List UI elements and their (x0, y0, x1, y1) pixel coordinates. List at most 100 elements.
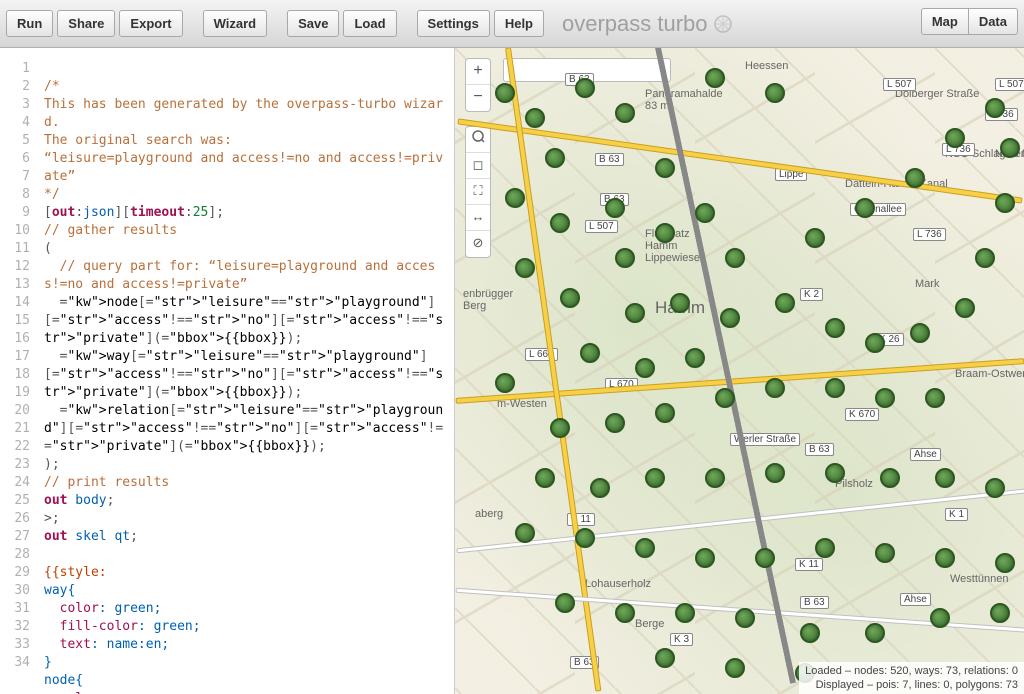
result-marker[interactable] (995, 193, 1015, 213)
settings-button[interactable]: Settings (417, 10, 490, 37)
result-marker[interactable] (725, 248, 745, 268)
result-marker[interactable] (590, 478, 610, 498)
result-marker[interactable] (945, 128, 965, 148)
result-marker[interactable] (935, 548, 955, 568)
locate-button[interactable] (466, 127, 490, 153)
status-bar: Loaded – nodes: 520, ways: 73, relations… (799, 662, 1024, 694)
result-marker[interactable] (805, 228, 825, 248)
result-marker[interactable] (655, 403, 675, 423)
result-marker[interactable] (670, 293, 690, 313)
result-marker[interactable] (875, 388, 895, 408)
result-marker[interactable] (825, 318, 845, 338)
fullscreen-button[interactable]: ⛶ (466, 179, 490, 205)
result-marker[interactable] (865, 333, 885, 353)
result-marker[interactable] (655, 648, 675, 668)
result-marker[interactable] (535, 468, 555, 488)
result-marker[interactable] (1000, 138, 1020, 158)
result-marker[interactable] (990, 603, 1010, 623)
result-marker[interactable] (905, 168, 925, 188)
result-marker[interactable] (715, 388, 735, 408)
result-marker[interactable] (765, 83, 785, 103)
run-button[interactable]: Run (6, 10, 53, 37)
map-view[interactable]: + − ◻ ⛶ ↔ ⊘ HammHeessenPanoramahalde 83 … (455, 48, 1024, 694)
result-marker[interactable] (975, 248, 995, 268)
result-marker[interactable] (615, 103, 635, 123)
brand-text: overpass turbo (562, 11, 708, 37)
result-marker[interactable] (695, 548, 715, 568)
result-marker[interactable] (910, 323, 930, 343)
road-shield: B 63 (800, 596, 829, 609)
result-marker[interactable] (550, 418, 570, 438)
zoom-out-button[interactable]: − (466, 85, 490, 111)
bbox-button[interactable]: ◻ (466, 153, 490, 179)
main-toolbar: Run Share Export Wizard Save Load Settin… (0, 0, 1024, 48)
result-marker[interactable] (495, 83, 515, 103)
view-map-button[interactable]: Map (921, 8, 968, 35)
result-marker[interactable] (560, 288, 580, 308)
result-marker[interactable] (775, 293, 795, 313)
result-marker[interactable] (685, 348, 705, 368)
result-marker[interactable] (765, 378, 785, 398)
result-marker[interactable] (855, 198, 875, 218)
result-marker[interactable] (825, 463, 845, 483)
result-marker[interactable] (765, 463, 785, 483)
view-data-button[interactable]: Data (968, 8, 1018, 35)
result-marker[interactable] (930, 608, 950, 628)
result-marker[interactable] (515, 258, 535, 278)
result-marker[interactable] (985, 98, 1005, 118)
result-marker[interactable] (755, 548, 775, 568)
wizard-button[interactable]: Wizard (203, 10, 268, 37)
result-marker[interactable] (720, 308, 740, 328)
help-button[interactable]: Help (494, 10, 544, 37)
result-marker[interactable] (545, 148, 565, 168)
result-marker[interactable] (635, 358, 655, 378)
result-marker[interactable] (675, 603, 695, 623)
result-marker[interactable] (615, 248, 635, 268)
clear-button[interactable]: ⊘ (466, 231, 490, 257)
result-marker[interactable] (985, 478, 1005, 498)
result-marker[interactable] (935, 468, 955, 488)
save-button[interactable]: Save (287, 10, 339, 37)
result-marker[interactable] (725, 658, 745, 678)
result-marker[interactable] (605, 198, 625, 218)
result-marker[interactable] (655, 158, 675, 178)
result-marker[interactable] (615, 603, 635, 623)
result-marker[interactable] (575, 528, 595, 548)
result-marker[interactable] (705, 468, 725, 488)
result-marker[interactable] (575, 78, 595, 98)
result-marker[interactable] (800, 623, 820, 643)
result-marker[interactable] (515, 523, 535, 543)
result-marker[interactable] (555, 593, 575, 613)
result-marker[interactable] (495, 373, 515, 393)
result-marker[interactable] (815, 538, 835, 558)
result-marker[interactable] (925, 388, 945, 408)
export-button[interactable]: Export (119, 10, 182, 37)
road (457, 118, 1022, 203)
result-marker[interactable] (705, 68, 725, 88)
result-marker[interactable] (695, 203, 715, 223)
result-marker[interactable] (955, 298, 975, 318)
result-marker[interactable] (865, 623, 885, 643)
code-body[interactable]: /* This has been generated by the overpa… (36, 48, 454, 694)
result-marker[interactable] (605, 413, 625, 433)
result-marker[interactable] (505, 188, 525, 208)
code-editor[interactable]: 1234567891011121314151617181920212223242… (0, 48, 455, 694)
result-marker[interactable] (655, 223, 675, 243)
town-label: aberg (475, 508, 503, 520)
result-marker[interactable] (635, 538, 655, 558)
result-marker[interactable] (525, 108, 545, 128)
result-marker[interactable] (875, 543, 895, 563)
result-marker[interactable] (580, 343, 600, 363)
road-shield: K 670 (845, 408, 879, 421)
result-marker[interactable] (880, 468, 900, 488)
result-marker[interactable] (825, 378, 845, 398)
result-marker[interactable] (625, 303, 645, 323)
zoom-in-button[interactable]: + (466, 59, 490, 85)
result-marker[interactable] (550, 213, 570, 233)
load-button[interactable]: Load (343, 10, 396, 37)
result-marker[interactable] (735, 608, 755, 628)
result-marker[interactable] (995, 553, 1015, 573)
toggle-data-button[interactable]: ↔ (466, 205, 490, 231)
result-marker[interactable] (645, 468, 665, 488)
share-button[interactable]: Share (57, 10, 115, 37)
